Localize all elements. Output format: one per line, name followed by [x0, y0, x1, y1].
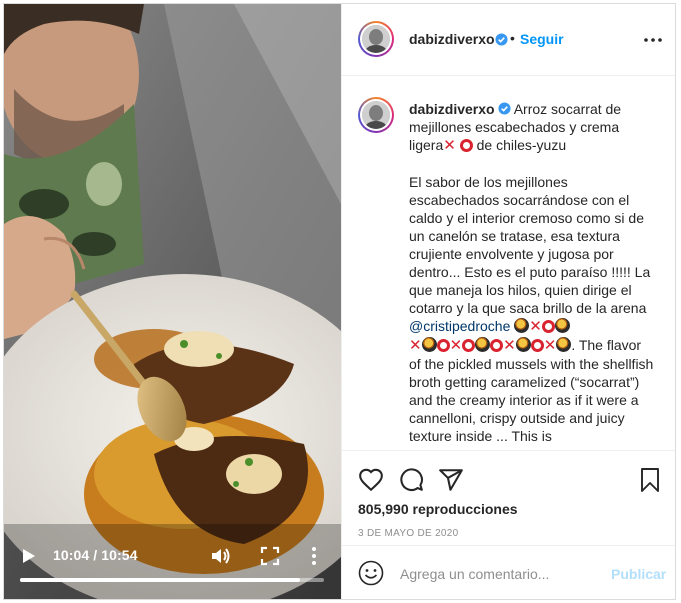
caption-username[interactable]: dabizdiverxo — [409, 101, 495, 117]
video-progress-fill — [20, 578, 300, 582]
volume-icon[interactable] — [209, 545, 231, 567]
comment-bubble-icon[interactable] — [398, 467, 424, 493]
instagram-post: 10:04 / 10:54 dabizdiverxo • Seguir dabi… — [3, 3, 676, 600]
heart-icon[interactable] — [358, 467, 384, 493]
caption-body-es: El sabor de los mejillones escabechados … — [409, 174, 655, 316]
paella-emoji-icon — [421, 337, 437, 352]
video-time: 10:04 / 10:54 — [53, 547, 138, 563]
verified-badge-icon — [498, 102, 511, 115]
paella-emoji-icon — [515, 337, 531, 352]
avatar[interactable] — [358, 21, 394, 59]
comment-bar: Publicar — [342, 545, 675, 599]
hollow-red-circle-emoji-icon — [459, 139, 473, 152]
more-vertical-icon[interactable] — [307, 545, 321, 567]
paella-emoji-icon — [556, 337, 572, 352]
hollow-red-circle-emoji-icon — [541, 320, 555, 333]
cross-mark-emoji-icon: ✕ — [449, 337, 463, 354]
comment-input[interactable] — [400, 563, 600, 585]
emoji-line-1: ✕ — [514, 318, 570, 335]
video-controls: 10:04 / 10:54 — [4, 536, 341, 599]
paella-emoji-icon — [554, 318, 570, 333]
emoji-line-2: ✕ ✕ ✕ ✕ — [409, 337, 572, 354]
smiley-icon[interactable] — [358, 560, 384, 586]
post-actions: 805,990 reproducciones 3 DE MAYO DE 2020 — [342, 450, 675, 550]
hollow-red-circle-emoji-icon — [490, 339, 504, 352]
video-progress-bar[interactable] — [20, 578, 324, 582]
caption-avatar[interactable] — [358, 97, 394, 135]
separator-dot: • — [510, 30, 515, 46]
fullscreen-icon[interactable] — [260, 546, 280, 566]
cross-mark-emoji-icon: ✕ — [529, 318, 542, 335]
paella-emoji-icon — [475, 337, 491, 352]
verified-badge-icon — [495, 33, 508, 46]
caption-text: dabizdiverxo Arroz socarrat de mejillone… — [409, 100, 654, 445]
more-horizontal-icon[interactable] — [642, 32, 664, 48]
paella-emoji-icon — [514, 318, 530, 333]
bookmark-icon[interactable] — [638, 467, 662, 493]
hollow-red-circle-emoji-icon — [462, 339, 476, 352]
hollow-red-circle-emoji-icon — [436, 339, 450, 352]
view-count[interactable]: 805,990 reproducciones — [358, 501, 518, 517]
post-header: dabizdiverxo • Seguir — [342, 4, 675, 76]
cross-mark-emoji-icon: ✕ — [543, 337, 557, 354]
video-player[interactable]: 10:04 / 10:54 — [4, 4, 341, 599]
post-side-panel: dabizdiverxo • Seguir dabizdiverxo Arroz… — [341, 4, 675, 599]
cross-mark-emoji-icon: ✕ — [409, 337, 422, 354]
post-date[interactable]: 3 DE MAYO DE 2020 — [358, 528, 459, 539]
video-frame — [4, 4, 341, 599]
hollow-red-circle-emoji-icon — [530, 339, 544, 352]
publish-button[interactable]: Publicar — [611, 566, 666, 582]
caption-body-en: . The flavor of the pickled mussels with… — [409, 337, 658, 444]
header-username[interactable]: dabizdiverxo — [409, 31, 495, 47]
cross-mark-emoji-icon: ✕ — [503, 337, 516, 354]
cross-mark-emoji-icon: ✕ — [443, 137, 456, 154]
follow-button[interactable]: Seguir — [520, 31, 564, 47]
caption-section: dabizdiverxo Arroz socarrat de mejillone… — [342, 77, 675, 449]
paper-plane-icon[interactable] — [438, 467, 464, 493]
play-icon[interactable] — [18, 546, 38, 566]
mention-link[interactable]: @cristipedroche — [409, 318, 510, 334]
avatar-image — [362, 101, 390, 135]
caption-title-tail: de chiles-yuzu — [476, 137, 567, 153]
avatar-image — [362, 25, 390, 59]
